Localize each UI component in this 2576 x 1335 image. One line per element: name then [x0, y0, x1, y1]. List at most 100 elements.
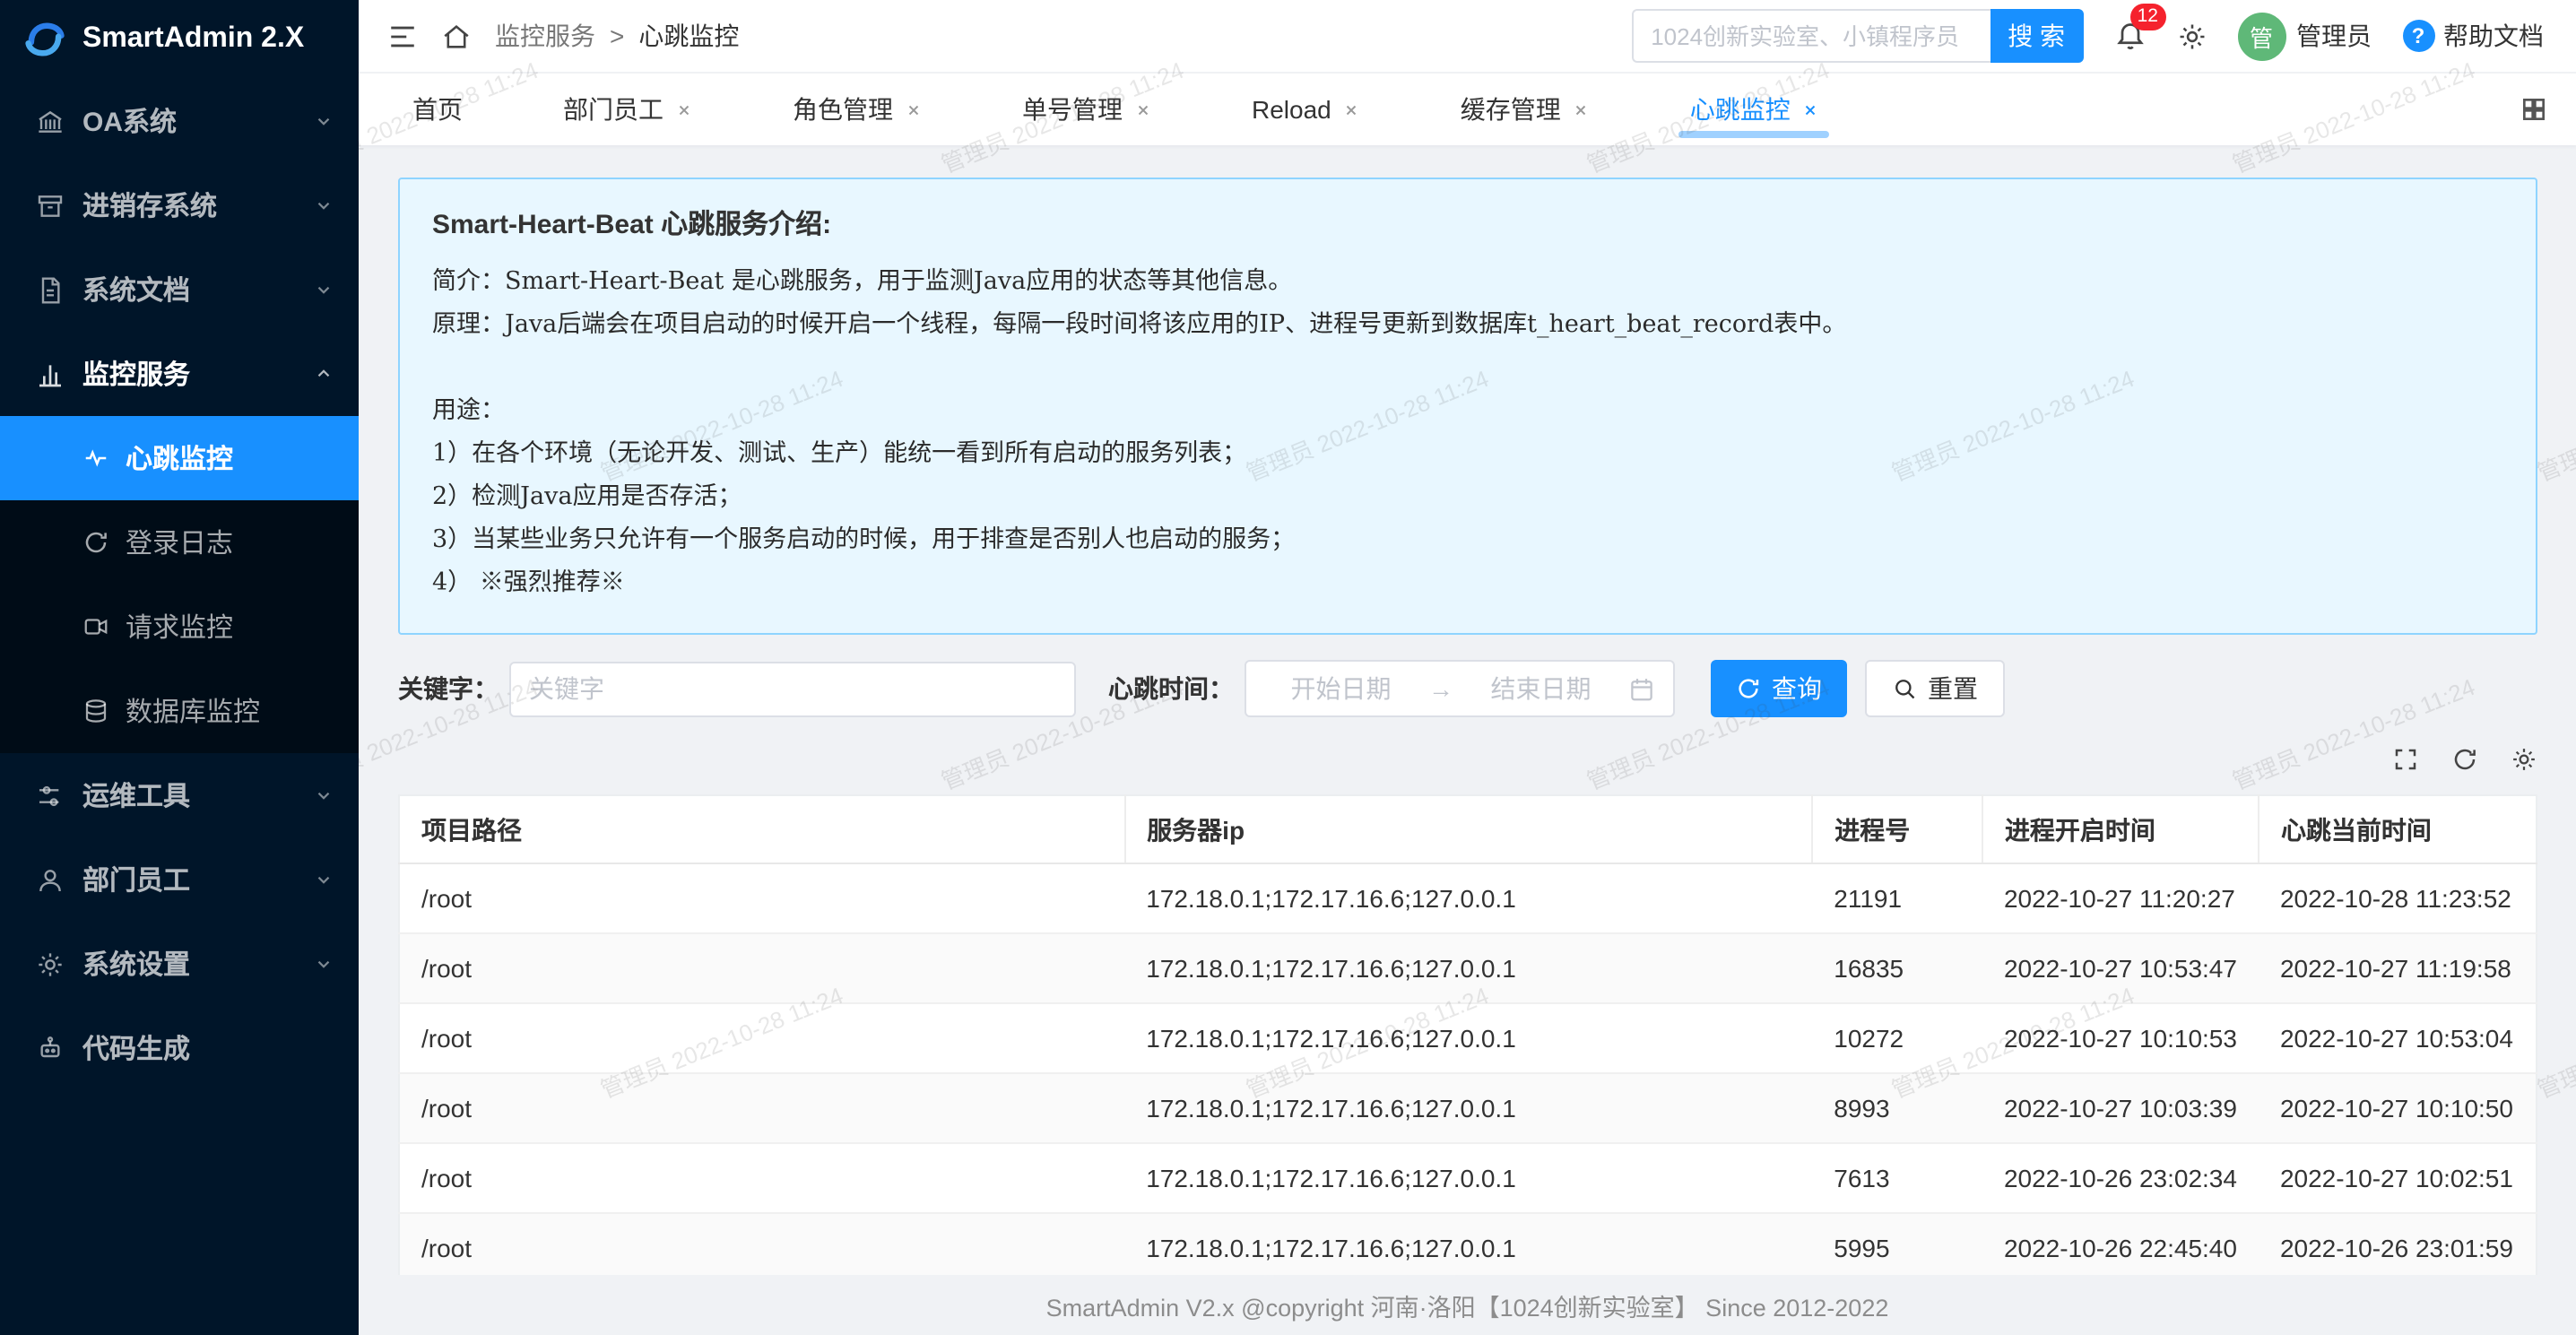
intro-line: 3）当某些业务只允许有一个服务启动的时候，用于排查是否别人也启动的服务；: [432, 518, 2502, 561]
cell-process-start-time: 2022-10-27 10:53:47: [1982, 933, 2259, 1003]
tab-order-manage[interactable]: 单号管理: [1022, 74, 1151, 145]
sidebar-item-monitor-service[interactable]: 监控服务: [0, 332, 359, 416]
home-icon[interactable]: [441, 21, 472, 51]
breadcrumb-separator: >: [610, 22, 624, 50]
column-header: 心跳当前时间: [2259, 795, 2536, 863]
sidebar-item-login-log[interactable]: 登录日志: [0, 500, 359, 585]
cell-project-path: /root: [399, 933, 1124, 1003]
sidebar-item-label: 系统设置: [82, 945, 314, 983]
sidebar-item-label: 请求监控: [126, 608, 233, 646]
chevron-down-icon: [314, 111, 334, 131]
tab-dept-staff[interactable]: 部门员工: [563, 74, 692, 145]
intro-line: [432, 346, 2502, 389]
close-icon[interactable]: [906, 101, 922, 117]
gear-icon[interactable]: [2510, 746, 2537, 773]
query-button[interactable]: 查询: [1711, 660, 1847, 717]
sidebar-item-label: 心跳监控: [126, 439, 233, 477]
login-log-icon: [82, 529, 109, 556]
table-row: /root 172.18.0.1;172.17.16.6;127.0.0.1 1…: [399, 933, 2536, 1003]
sidebar-item-label: OA系统: [82, 102, 314, 140]
page-tabs: 首页 部门员工 角色管理 单号管理 Reload: [359, 74, 2576, 145]
date-range-picker[interactable]: 开始日期 → 结束日期: [1245, 660, 1675, 717]
user-menu[interactable]: 管 管理员: [2237, 12, 2372, 60]
close-icon[interactable]: [1135, 101, 1151, 117]
close-icon[interactable]: [1574, 101, 1590, 117]
heartbeat-intro-panel: Smart-Heart-Beat 心跳服务介绍: 简介：Smart-Heart-…: [398, 178, 2537, 635]
cell-heartbeat-time: 2022-10-27 10:10:50: [2259, 1073, 2536, 1143]
sidebar-item-request-monitor[interactable]: 请求监控: [0, 585, 359, 669]
tab-home[interactable]: 首页: [412, 74, 463, 145]
table-row: /root 172.18.0.1;172.17.16.6;127.0.0.1 1…: [399, 1003, 2536, 1073]
chevron-down-icon: [314, 280, 334, 299]
tab-reload[interactable]: Reload: [1252, 74, 1360, 145]
cell-server-ip: 172.18.0.1;172.17.16.6;127.0.0.1: [1124, 1213, 1812, 1283]
chevron-down-icon: [314, 870, 334, 889]
reset-button-label: 重置: [1928, 671, 1978, 707]
breadcrumb-parent[interactable]: 监控服务: [495, 18, 595, 54]
app-window: SmartAdmin 2.X OA系统 进销存系统: [0, 0, 2576, 1335]
chevron-up-icon: [314, 364, 334, 384]
sidebar-item-label: 监控服务: [82, 355, 314, 393]
cell-process-start-time: 2022-10-27 11:20:27: [1982, 863, 2259, 933]
query-button-label: 查询: [1772, 671, 1822, 707]
sidebar-item-label: 登录日志: [126, 524, 233, 561]
close-icon[interactable]: [676, 101, 692, 117]
tab-label: Reload: [1252, 95, 1331, 124]
notifications[interactable]: 12: [2113, 17, 2146, 55]
sidebar-item-inventory-system[interactable]: 进销存系统: [0, 163, 359, 247]
close-icon[interactable]: [1803, 101, 1819, 117]
swirl-logo-icon: [22, 16, 68, 63]
cell-server-ip: 172.18.0.1;172.17.16.6;127.0.0.1: [1124, 863, 1812, 933]
avatar: 管: [2237, 12, 2285, 60]
monitor-chart-icon: [36, 360, 65, 388]
cell-process-id: 5995: [1812, 1213, 1982, 1283]
cell-heartbeat-time: 2022-10-28 11:23:52: [2259, 863, 2536, 933]
refresh-icon[interactable]: [2450, 746, 2477, 773]
reset-button[interactable]: 重置: [1865, 660, 2005, 717]
help-docs[interactable]: ? 帮助文档: [2402, 18, 2544, 54]
sidebar-item-oa-system[interactable]: OA系统: [0, 79, 359, 163]
tab-heartbeat-monitor[interactable]: 心跳监控: [1690, 74, 1819, 145]
search-button[interactable]: 搜 索: [1990, 9, 2083, 63]
cell-heartbeat-time: 2022-10-27 10:53:04: [2259, 1003, 2536, 1073]
column-header: 进程号: [1812, 795, 1982, 863]
tab-layout-grid-icon[interactable]: [2519, 95, 2547, 124]
fullscreen-icon[interactable]: [2391, 746, 2418, 773]
sidebar-item-database-monitor[interactable]: 数据库监控: [0, 669, 359, 753]
sidebar-item-label: 运维工具: [82, 776, 314, 814]
cell-server-ip: 172.18.0.1;172.17.16.6;127.0.0.1: [1124, 1003, 1812, 1073]
page-content: Smart-Heart-Beat 心跳服务介绍: 简介：Smart-Heart-…: [359, 145, 2576, 1335]
cell-process-id: 7613: [1812, 1143, 1982, 1213]
tab-cache-manage[interactable]: 缓存管理: [1461, 74, 1590, 145]
column-header: 服务器ip: [1124, 795, 1812, 863]
sidebar-item-dept-staff[interactable]: 部门员工: [0, 837, 359, 922]
sidebar-item-code-generator[interactable]: 代码生成: [0, 1006, 359, 1090]
close-icon[interactable]: [1344, 101, 1360, 117]
cell-server-ip: 172.18.0.1;172.17.16.6;127.0.0.1: [1124, 1073, 1812, 1143]
table-row: /root 172.18.0.1;172.17.16.6;127.0.0.1 7…: [399, 1143, 2536, 1213]
refresh-icon: [1736, 676, 1761, 701]
column-header: 项目路径: [399, 795, 1124, 863]
search-input[interactable]: [1631, 9, 1990, 63]
sidebar-item-ops-tools[interactable]: 运维工具: [0, 753, 359, 837]
sidebar-item-label: 代码生成: [82, 1029, 334, 1067]
table-row: /root 172.18.0.1;172.17.16.6;127.0.0.1 8…: [399, 1073, 2536, 1143]
sidebar-item-label: 系统文档: [82, 271, 314, 308]
keyword-input[interactable]: [509, 661, 1076, 716]
app-logo[interactable]: SmartAdmin 2.X: [0, 0, 359, 79]
gear-icon[interactable]: [2176, 21, 2207, 51]
sidebar-item-heartbeat-monitor[interactable]: 心跳监控: [0, 416, 359, 500]
intro-line: 原理：Java后端会在项目启动的时候开启一个线程，每隔一段时间将该应用的IP、进…: [432, 303, 2502, 346]
sidebar-menu: OA系统 进销存系统 系统文档: [0, 79, 359, 1090]
sidebar-submenu-monitor: 心跳监控 登录日志 请求监控: [0, 416, 359, 753]
gear-icon: [36, 949, 65, 978]
sidebar-item-system-settings[interactable]: 系统设置: [0, 922, 359, 1006]
menu-fold-icon[interactable]: [387, 21, 418, 51]
tab-role-manage[interactable]: 角色管理: [793, 74, 922, 145]
tab-label: 缓存管理: [1461, 91, 1561, 127]
intro-line: 2）检测Java应用是否存活；: [432, 475, 2502, 518]
notification-badge: 12: [2130, 3, 2165, 30]
cell-server-ip: 172.18.0.1;172.17.16.6;127.0.0.1: [1124, 1143, 1812, 1213]
cell-project-path: /root: [399, 1003, 1124, 1073]
sidebar-item-system-docs[interactable]: 系统文档: [0, 247, 359, 332]
